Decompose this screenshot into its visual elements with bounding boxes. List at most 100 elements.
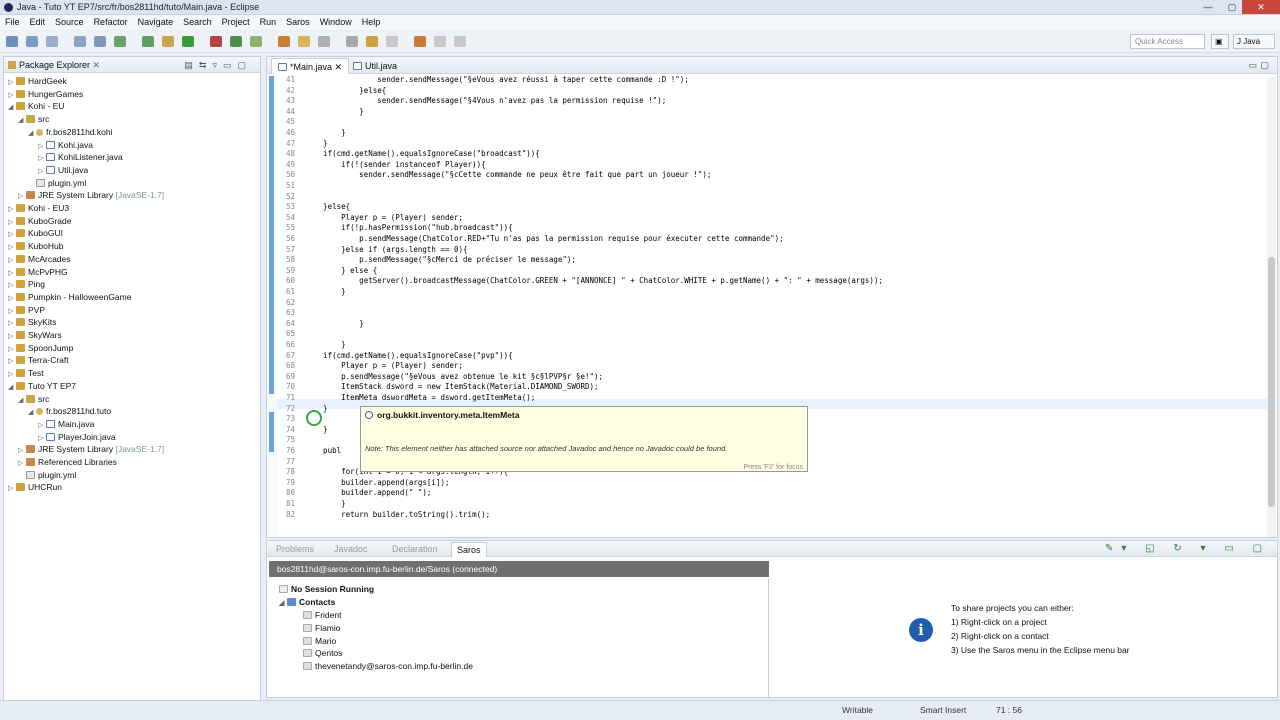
code-line[interactable]: } (305, 499, 346, 508)
expand-toggle-icon[interactable]: ▷ (8, 483, 16, 495)
tree-item[interactable]: ▷ SkyKits (8, 316, 56, 328)
tree-item[interactable]: ▷ McPvPHG (8, 266, 68, 278)
view-toolbar[interactable]: ▤⇆▿▭▢ (184, 60, 252, 71)
open-perspective-icon[interactable]: ▣ (1211, 34, 1229, 49)
package-explorer-tab[interactable]: Package Explorer ✕ (8, 60, 100, 71)
code-line[interactable]: if(cmd.getName().equalsIgnoreCase("broad… (305, 149, 540, 158)
toolbar-button-icon[interactable] (74, 36, 86, 47)
tree-item[interactable]: plugin.yml (28, 177, 86, 189)
menu-saros[interactable]: Saros (281, 15, 315, 30)
tree-item[interactable]: ▷ Referenced Libraries (18, 456, 117, 468)
minimize-view-icon[interactable]: ▭ (1248, 60, 1257, 71)
code-line[interactable]: Player p = (Player) sender; (305, 361, 463, 370)
tree-item[interactable]: ▷ JRE System Library [JavaSE-1.7] (18, 189, 164, 201)
tab-javadoc[interactable]: Javadoc (329, 542, 373, 557)
toolbar-button-icon[interactable] (318, 36, 330, 47)
tree-item[interactable]: plugin.yml (18, 469, 76, 481)
tree-item[interactable]: ◢ src (18, 113, 49, 125)
toolbar-button-icon[interactable] (210, 36, 222, 47)
tree-item[interactable]: ◢ Kohi - EU (8, 100, 64, 112)
tree-item[interactable]: ▷ Kohi - EU3 (8, 202, 69, 214)
tree-item[interactable]: ▷ Test (8, 367, 44, 379)
toolbar-button-icon[interactable] (182, 36, 194, 47)
code-line[interactable]: publ (305, 446, 341, 455)
session-row[interactable]: No Session Running (279, 583, 374, 595)
tree-item[interactable]: ▷ UHCRun (8, 481, 62, 493)
code-line[interactable]: } (305, 425, 328, 434)
code-line[interactable]: } (305, 139, 328, 148)
code-line[interactable]: } (305, 319, 364, 328)
code-line[interactable]: ItemStack dsword = new ItemStack(Materia… (305, 382, 598, 391)
code-line[interactable]: sender.sendMessage("§eVous avez réussi à… (305, 75, 689, 84)
tree-item[interactable]: ▷ SkyWars (8, 329, 62, 341)
tree-item[interactable]: ▷ HungerGames (8, 88, 83, 100)
code-line[interactable]: } (305, 340, 346, 349)
code-line[interactable]: getServer().broadcastMessage(ChatColor.G… (305, 276, 883, 285)
tree-item[interactable]: ▷ KuboHub (8, 240, 63, 252)
code-line[interactable]: builder.append(args[i]); (305, 478, 449, 487)
toolbar-button-icon[interactable] (6, 36, 18, 47)
toolbar-button-icon[interactable] (346, 36, 358, 47)
saros-view-toolbar[interactable]: ✎▾ ◱ ↻ ▾ ▭ ▢ (1105, 543, 1270, 554)
tree-item[interactable]: ▷ JRE System Library [JavaSE-1.7] (18, 443, 164, 455)
editor-scrollbar[interactable] (1267, 77, 1276, 537)
toolbar-button-icon[interactable] (298, 36, 310, 47)
tree-item[interactable]: ▷ KuboGrade (8, 215, 71, 227)
expand-toggle-icon[interactable]: ◢ (8, 102, 16, 114)
code-line[interactable]: p.sendMessage("§eVous avez obtenue le ki… (305, 372, 603, 381)
expand-toggle-icon[interactable]: ◢ (18, 395, 26, 407)
java-perspective-button[interactable]: J Java (1233, 34, 1275, 49)
quick-fix-icon[interactable] (306, 410, 322, 426)
tab-declaration[interactable]: Declaration (387, 542, 443, 557)
tree-item[interactable]: ◢ Tuto YT EP7 (8, 380, 76, 392)
tree-item[interactable]: ▷ Util.java (38, 164, 88, 176)
menu-project[interactable]: Project (217, 15, 255, 30)
code-line[interactable]: p.sendMessage("§cMerci de préciser le me… (305, 255, 576, 264)
code-line[interactable]: } else { (305, 266, 377, 275)
tree-item[interactable]: ◢ fr.bos2811hd.kohi (28, 126, 112, 138)
code-line[interactable]: } (305, 287, 346, 296)
code-line[interactable]: }else{ (305, 202, 350, 211)
close-button[interactable]: ✕ (1242, 0, 1280, 14)
toolbar-button-icon[interactable] (162, 36, 174, 47)
expand-toggle-icon[interactable]: ◢ (28, 407, 36, 419)
code-line[interactable]: builder.append(" "); (305, 488, 431, 497)
menu-source[interactable]: Source (50, 15, 89, 30)
tab-util-java[interactable]: Util.java (347, 58, 403, 74)
tree-item[interactable]: ◢ fr.bos2811hd.tuto (28, 405, 111, 417)
menu-run[interactable]: Run (255, 15, 282, 30)
toolbar-button-icon[interactable] (414, 36, 426, 47)
toolbar-button-icon[interactable] (454, 36, 466, 47)
expand-toggle-icon[interactable]: ◢ (18, 115, 26, 127)
code-line[interactable]: if(!p.hasPermission("hub.broadcast")){ (305, 223, 513, 232)
contact-item[interactable]: Frident (303, 609, 341, 621)
tree-item[interactable]: ▷ HardGeek (8, 75, 67, 87)
code-line[interactable]: if(!(sender instanceof Player)){ (305, 160, 486, 169)
menu-search[interactable]: Search (178, 15, 217, 30)
expand-toggle-icon[interactable]: ◢ (8, 382, 16, 394)
code-line[interactable]: }else if (args.length == 0){ (305, 245, 467, 254)
menu-edit[interactable]: Edit (25, 15, 51, 30)
tab-main-java[interactable]: *Main.java ✕ (271, 58, 350, 74)
scrollbar-thumb[interactable] (1268, 257, 1275, 507)
expand-toggle-icon[interactable]: ◢ (28, 128, 36, 140)
quick-access-input[interactable]: Quick Access (1130, 34, 1205, 49)
menu-window[interactable]: Window (315, 15, 357, 30)
contacts-row[interactable]: ◢ Contacts (279, 596, 335, 608)
maximize-view-icon[interactable]: ▢ (1260, 60, 1269, 71)
tree-item[interactable]: ▷ Terra-Craft (8, 354, 69, 366)
tree-item[interactable]: ▷ Ping (8, 278, 45, 290)
toolbar-button-icon[interactable] (278, 36, 290, 47)
code-line[interactable]: } (305, 107, 364, 116)
tree-item[interactable]: ▷ Main.java (38, 418, 94, 430)
code-line[interactable]: } (305, 128, 346, 137)
code-line[interactable]: }else{ (305, 86, 386, 95)
toolbar-button-icon[interactable] (230, 36, 242, 47)
toolbar-button-icon[interactable] (386, 36, 398, 47)
code-line[interactable]: sender.sendMessage("§4Vous n'avez pas la… (305, 96, 666, 105)
toolbar-button-icon[interactable] (114, 36, 126, 47)
tab-saros[interactable]: Saros (451, 542, 487, 557)
tree-item[interactable]: ▷ McArcades (8, 253, 71, 265)
tab-problems[interactable]: Problems (271, 542, 319, 557)
toolbar-button-icon[interactable] (250, 36, 262, 47)
